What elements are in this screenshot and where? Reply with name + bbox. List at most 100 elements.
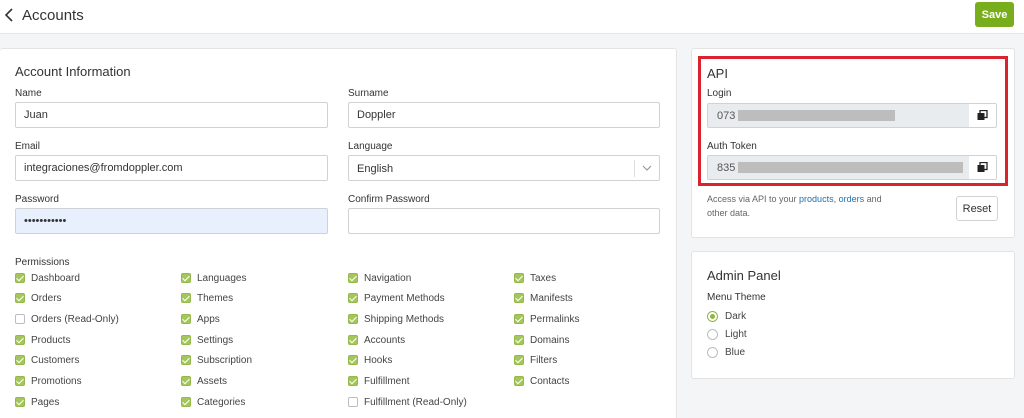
checkbox-checked[interactable] [348,335,358,345]
permission-item[interactable]: Fulfillment [348,374,410,388]
theme-option[interactable]: Blue [707,345,745,359]
copy-icon [977,162,988,172]
permission-item[interactable]: Taxes [514,271,556,285]
permission-label: Languages [197,272,247,284]
language-value: English [357,163,394,175]
select-divider [634,160,635,177]
permission-item[interactable]: Navigation [348,271,411,285]
checkbox-checked[interactable] [348,273,358,283]
checkbox-checked[interactable] [15,293,25,303]
permission-item[interactable]: Permalinks [514,312,579,326]
copy-icon [977,110,988,120]
checkbox-checked[interactable] [15,355,25,365]
checkbox-checked[interactable] [181,293,191,303]
permission-item[interactable]: Apps [181,312,220,326]
permission-item[interactable]: Orders [15,291,62,305]
permission-item[interactable]: Settings [181,333,233,347]
checkbox-checked[interactable] [181,397,191,407]
radio-unselected[interactable] [707,346,718,358]
permission-item[interactable]: Pages [15,395,59,409]
auth-token-field[interactable]: 835 [707,155,970,180]
checkbox-checked[interactable] [15,273,25,283]
login-prefix: 073 [717,110,736,122]
reset-button[interactable]: Reset [956,196,998,221]
confirm-password-input[interactable] [348,208,660,234]
chevron-down-icon [642,165,652,171]
products-link[interactable]: products [799,194,834,204]
password-input[interactable] [15,208,328,234]
name-input[interactable] [15,102,328,128]
checkbox-checked[interactable] [348,355,358,365]
checkbox-checked[interactable] [514,293,524,303]
permission-item[interactable]: Products [15,333,70,347]
copy-auth-token-button[interactable] [969,155,997,180]
theme-option[interactable]: Dark [707,309,746,323]
permission-label: Fulfillment (Read-Only) [364,396,467,408]
permission-item[interactable]: Contacts [514,374,569,388]
checkbox-checked[interactable] [15,376,25,386]
permission-item[interactable]: Subscription [181,353,252,367]
api-note: Access via API to your products, orders … [707,192,897,220]
save-button[interactable]: Save [975,2,1014,27]
checkbox-unchecked[interactable] [15,314,25,324]
permission-item[interactable]: Dashboard [15,271,80,285]
checkbox-unchecked[interactable] [348,397,358,407]
permission-item[interactable]: Hooks [348,353,392,367]
account-information-title: Account Information [15,64,131,79]
surname-input[interactable] [348,102,660,128]
checkbox-checked[interactable] [348,376,358,386]
permissions-label: Permissions [15,257,70,268]
orders-link[interactable]: orders [839,194,865,204]
permission-label: Manifests [530,292,573,304]
radio-unselected[interactable] [707,328,718,340]
checkbox-checked[interactable] [514,335,524,345]
checkbox-checked[interactable] [514,376,524,386]
theme-option[interactable]: Light [707,327,747,341]
permission-item[interactable]: Filters [514,353,557,367]
permission-item[interactable]: Assets [181,374,227,388]
chevron-left-icon [4,8,13,22]
auth-token-label: Auth Token [707,141,757,152]
permission-item[interactable]: Payment Methods [348,291,445,305]
permission-item[interactable]: Customers [15,353,79,367]
permission-label: Accounts [364,334,406,346]
checkbox-checked[interactable] [181,335,191,345]
checkbox-checked[interactable] [181,273,191,283]
checkbox-checked[interactable] [181,355,191,365]
menu-theme-label: Menu Theme [707,292,766,303]
auth-token-prefix: 835 [717,162,736,174]
login-field[interactable]: 073 [707,103,970,128]
permission-label: Permalinks [530,313,580,325]
checkbox-checked[interactable] [181,376,191,386]
theme-label: Light [725,328,747,340]
checkbox-checked[interactable] [15,335,25,345]
permission-item[interactable]: Domains [514,333,569,347]
checkbox-checked[interactable] [348,314,358,324]
permission-label: Dashboard [31,272,80,284]
api-note-text: Access via API to your [707,194,800,204]
permission-item[interactable]: Themes [181,291,233,305]
checkbox-checked[interactable] [514,355,524,365]
checkbox-checked[interactable] [348,293,358,303]
back-button[interactable]: Accounts [4,3,84,27]
checkbox-checked[interactable] [514,314,524,324]
permission-item[interactable]: Shipping Methods [348,312,444,326]
checkbox-checked[interactable] [514,273,524,283]
permission-item[interactable]: Languages [181,271,247,285]
permission-item[interactable]: Categories [181,395,245,409]
permission-item[interactable]: Orders (Read-Only) [15,312,119,326]
permission-item[interactable]: Manifests [514,291,573,305]
copy-login-button[interactable] [969,103,997,128]
permission-item[interactable]: Fulfillment (Read-Only) [348,395,467,409]
checkbox-checked[interactable] [181,314,191,324]
email-input[interactable] [15,155,328,181]
permission-item[interactable]: Promotions [15,374,82,388]
login-redacted [738,110,895,121]
radio-selected[interactable] [707,310,718,322]
language-select[interactable]: English [348,155,660,181]
permission-label: Orders [31,292,62,304]
checkbox-checked[interactable] [15,397,25,407]
permission-item[interactable]: Accounts [348,333,405,347]
api-title: API [707,66,728,81]
page-title: Accounts [22,6,84,24]
